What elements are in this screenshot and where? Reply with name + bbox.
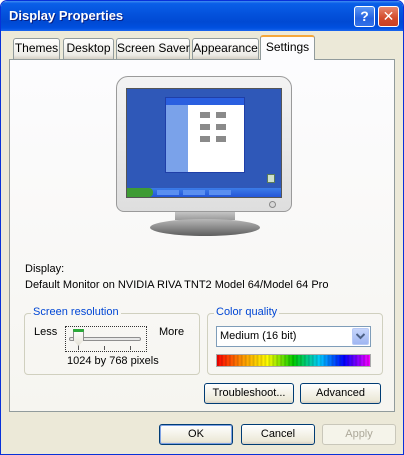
display-value: Default Monitor on NVIDIA RIVA TNT2 Mode… — [25, 279, 329, 291]
settings-panel: Display: Default Monitor on NVIDIA RIVA … — [9, 59, 395, 412]
close-icon: ✕ — [382, 8, 395, 24]
display-label: Display: — [25, 263, 65, 275]
help-button[interactable]: ? — [354, 6, 375, 27]
chevron-down-icon[interactable] — [352, 328, 369, 345]
monitor-screen-preview — [126, 88, 282, 198]
monitor-stand — [150, 219, 260, 236]
color-quality-dropdown[interactable]: Medium (16 bit) — [216, 326, 371, 347]
screen-resolution-title: Screen resolution — [31, 306, 121, 318]
display-properties-window: Display Properties ? ✕ Themes Desktop Sc… — [0, 0, 404, 455]
tab-desktop[interactable]: Desktop — [63, 38, 114, 59]
screen-resolution-group: Screen resolution Less More 1024 by 768 … — [24, 306, 200, 375]
preview-taskbar — [127, 188, 281, 197]
color-quality-group: Color quality Medium (16 bit) — [207, 306, 383, 375]
less-label: Less — [34, 326, 58, 338]
power-led-icon — [269, 201, 276, 208]
monitor-icon — [116, 76, 292, 212]
troubleshoot-button[interactable]: Troubleshoot... — [204, 383, 294, 404]
help-icon: ? — [360, 8, 369, 24]
color-quality-title: Color quality — [214, 306, 280, 318]
window-title: Display Properties — [9, 8, 124, 23]
tab-themes[interactable]: Themes — [13, 38, 60, 59]
more-label: More — [159, 326, 185, 338]
apply-button[interactable]: Apply — [322, 424, 396, 445]
preview-window — [165, 97, 245, 173]
advanced-button[interactable]: Advanced — [300, 383, 381, 404]
recycle-bin-icon — [267, 174, 275, 183]
resolution-value: 1024 by 768 pixels — [67, 355, 159, 367]
tab-screen-saver[interactable]: Screen Saver — [116, 38, 190, 59]
ok-button[interactable]: OK — [159, 424, 233, 445]
title-bar[interactable]: Display Properties ? ✕ — [1, 1, 403, 31]
color-spectrum-preview — [216, 354, 371, 367]
color-quality-value: Medium (16 bit) — [220, 330, 297, 342]
tab-appearance[interactable]: Appearance — [192, 38, 259, 59]
close-button[interactable]: ✕ — [378, 6, 399, 27]
tab-settings[interactable]: Settings — [260, 35, 315, 60]
cancel-button[interactable]: Cancel — [241, 424, 315, 445]
